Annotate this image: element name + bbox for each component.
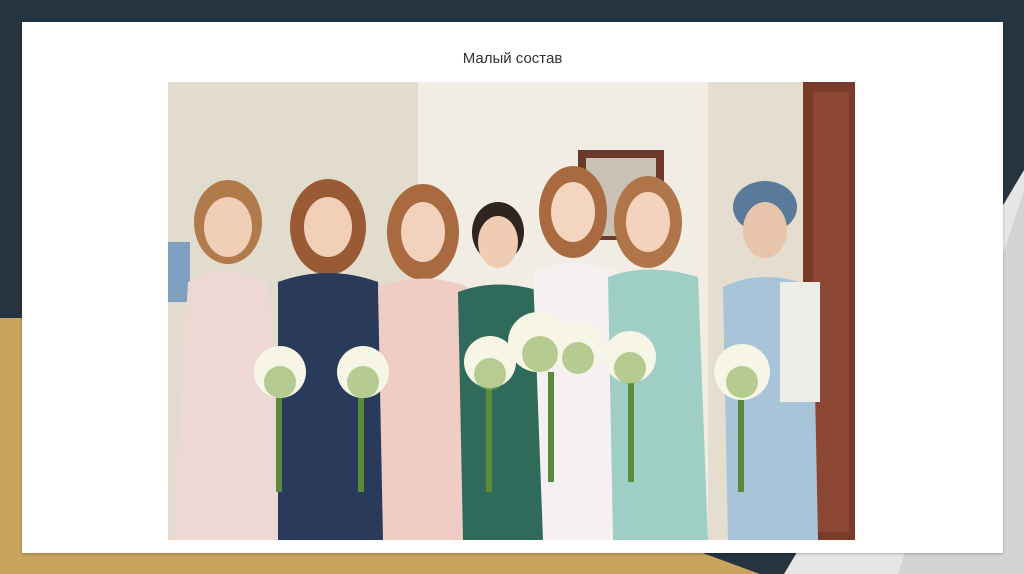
group-photo bbox=[168, 82, 855, 540]
slide-title: Малый состав bbox=[462, 50, 563, 67]
slide: Малый состав bbox=[22, 22, 1003, 553]
group-photo-icon bbox=[168, 82, 855, 540]
